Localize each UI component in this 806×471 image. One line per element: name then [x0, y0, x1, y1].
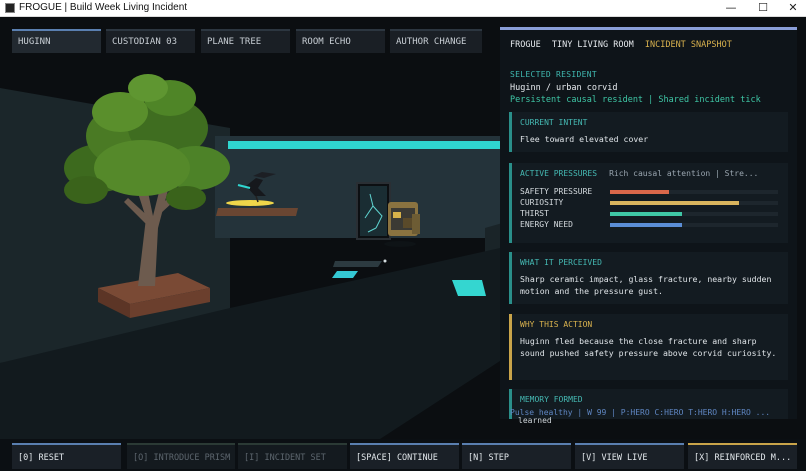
minimize-button[interactable]: — — [716, 0, 746, 17]
perceived-title: WHAT IT PERCEIVED — [520, 258, 602, 267]
pressures-note: Rich causal attention | Stre... — [609, 169, 759, 178]
pressure-bar-fill — [610, 223, 682, 227]
introduce-prism-button[interactable]: [O] INTRODUCE PRISM — [127, 443, 235, 469]
control-bar: [0] RESET [O] INTRODUCE PRISM [I] INCIDE… — [0, 439, 806, 471]
header-mode: INCIDENT SNAPSHOT — [644, 40, 732, 50]
pressures-title-text: ACTIVE PRESSURES — [520, 169, 598, 178]
cyan-block — [452, 280, 486, 296]
tab-huginn[interactable]: HUGINN — [12, 29, 101, 53]
continue-button[interactable]: [SPACE] CONTINUE — [350, 443, 459, 469]
window-title: FROGUE | Build Week Living Incident — [19, 2, 188, 13]
pressure-bar-fill — [610, 212, 682, 216]
pressure-bar-fill — [610, 201, 739, 205]
why-card: WHY THIS ACTION Huginn fled because the … — [509, 314, 788, 380]
pressure-bar — [610, 190, 778, 194]
tab-room-echo[interactable]: ROOM ECHO — [296, 29, 385, 53]
neon-strip — [228, 141, 500, 149]
pressure-bar — [610, 201, 778, 205]
pressure-row: THIRST — [520, 209, 782, 220]
incident-set-button[interactable]: [I] INCIDENT SET — [238, 443, 347, 469]
incident-panel: FROGUE TINY LIVING ROOM INCIDENT SNAPSHO… — [500, 27, 797, 419]
perceived-text: Sharp ceramic impact, glass fracture, ne… — [520, 274, 772, 296]
pressure-bar-fill — [610, 190, 669, 194]
intent-text: Flee toward elevated cover — [520, 134, 649, 144]
header-game: FROGUE — [510, 40, 541, 50]
app-icon — [5, 3, 15, 13]
memory-title: MEMORY FORMED — [520, 395, 583, 404]
pressure-label: SAFETY PRESSURE — [520, 187, 593, 196]
tab-custodian-03[interactable]: CUSTODIAN 03 — [106, 29, 195, 53]
maximize-button[interactable]: ☐ — [748, 0, 778, 17]
reinforced-mode-button[interactable]: [X] REINFORCED M... — [688, 443, 797, 469]
pressure-row: CURIOSITY — [520, 198, 782, 209]
pressures-title: ACTIVE PRESSURES Rich causal attention | … — [520, 169, 758, 178]
cracked-picture-frame — [356, 182, 391, 240]
perceived-card: WHAT IT PERCEIVED Sharp ceramic impact, … — [509, 252, 788, 304]
pressure-label: ENERGY NEED — [520, 220, 573, 229]
pressure-label: THIRST — [520, 209, 549, 218]
intent-card: CURRENT INTENT Flee toward elevated cove… — [509, 112, 788, 152]
why-title: WHY THIS ACTION — [520, 320, 593, 329]
tab-plane-tree[interactable]: PLANE TREE — [201, 29, 290, 53]
view-live-button[interactable]: [V] VIEW LIVE — [575, 443, 684, 469]
pressure-bar — [610, 212, 778, 216]
window-titlebar: FROGUE | Build Week Living Incident — ☐ … — [0, 0, 806, 17]
selected-resident-label: SELECTED RESIDENT — [510, 70, 597, 79]
panel-header: FROGUE TINY LIVING ROOM INCIDENT SNAPSHO… — [510, 40, 732, 50]
step-button[interactable]: [N] STEP — [462, 443, 571, 469]
header-room: TINY LIVING ROOM — [551, 40, 634, 50]
reset-button[interactable]: [0] RESET — [12, 443, 121, 469]
wall-shelf — [216, 208, 298, 216]
pressures-card: ACTIVE PRESSURES Rich causal attention | … — [509, 163, 788, 243]
why-text: Huginn fled because the close fracture a… — [520, 336, 777, 358]
resident-subtitle: Persistent causal resident | Shared inci… — [510, 95, 761, 105]
close-button[interactable]: ✕ — [778, 0, 806, 17]
pressure-label: CURIOSITY — [520, 198, 564, 207]
floor-mat — [333, 261, 382, 267]
pressure-row: ENERGY NEED — [520, 220, 782, 231]
resident-name: Huginn / urban corvid — [510, 83, 618, 93]
pressure-row: SAFETY PRESSURE — [520, 187, 782, 198]
intent-title: CURRENT INTENT — [520, 118, 588, 127]
perch-glow — [226, 200, 274, 206]
tab-author-change[interactable]: AUTHOR CHANGE — [390, 29, 482, 53]
pressure-bar — [610, 223, 778, 227]
memory-overflow-text: learned — [518, 416, 552, 425]
